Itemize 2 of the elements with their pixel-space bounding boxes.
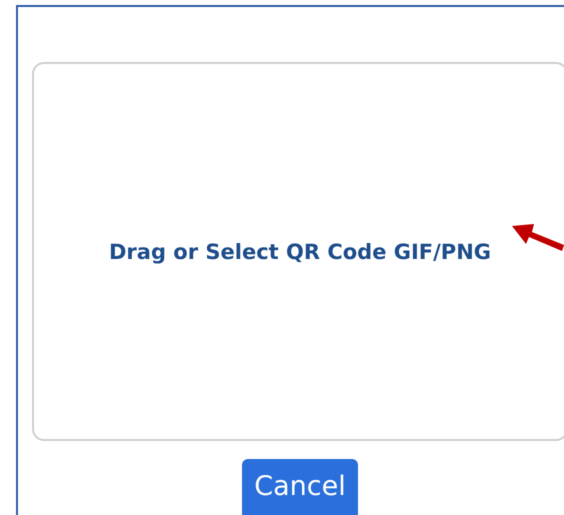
cancel-button[interactable]: Cancel xyxy=(242,459,358,515)
drop-zone-label: Drag or Select QR Code GIF/PNG xyxy=(108,240,492,264)
